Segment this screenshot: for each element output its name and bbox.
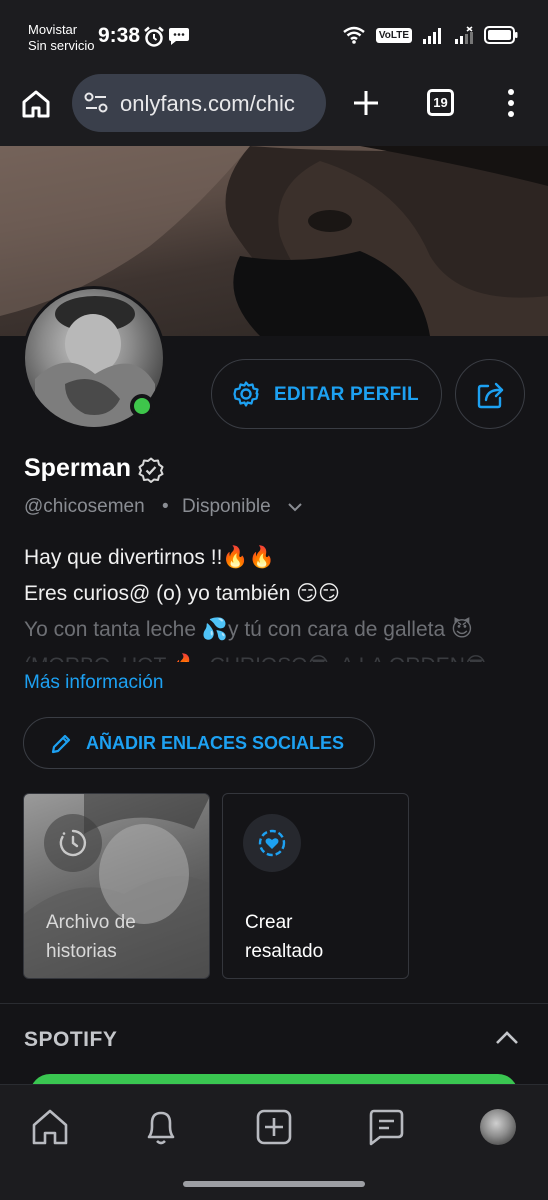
share-icon	[477, 382, 504, 409]
browser-toolbar: onlyfans.com/chic 19	[0, 72, 548, 146]
add-social-links-label: AÑADIR ENLACES SOCIALES	[86, 733, 345, 753]
availability-status[interactable]: Disponible	[182, 496, 271, 518]
tab-switcher-button[interactable]: 19	[427, 89, 454, 116]
archive-label-line: historias	[46, 941, 117, 962]
archive-label-line: Archivo de	[46, 912, 136, 933]
separator-dot: •	[162, 496, 169, 517]
bio-line: (MORBO, HOT 🔥, CURIOSO😎, A LA ORDEN😎	[24, 648, 534, 662]
bio-line: Yo con tanta leche 💦y tú con cara de gal…	[24, 618, 473, 641]
address-bar[interactable]: onlyfans.com/chic	[72, 74, 326, 132]
create-label-line: resaltado	[245, 941, 324, 962]
nav-notifications[interactable]	[141, 1107, 181, 1147]
create-highlight-label: Crear resaltado	[245, 908, 323, 966]
signal-icon	[423, 28, 441, 44]
bio-text: Hay que divertirnos !!🔥🔥 Eres curios@ (o…	[24, 540, 534, 662]
plus-square-icon	[256, 1109, 292, 1145]
archive-icon-circle	[44, 814, 102, 872]
status-bar: Movistar Sin servicio 9:38 VoLTE	[0, 0, 548, 72]
section-divider	[0, 1003, 548, 1004]
heart-circle-icon	[258, 829, 286, 857]
edit-profile-label: EDITAR PERFIL	[274, 384, 419, 405]
online-status-indicator	[130, 394, 154, 418]
bottom-navigation	[0, 1084, 548, 1200]
spotify-section-title: SPOTIFY	[24, 1028, 118, 1051]
volte-badge: VoLTE	[375, 27, 412, 43]
archive-card-label: Archivo de historias	[46, 908, 136, 966]
nav-add-post[interactable]	[254, 1107, 294, 1147]
bio-line: Eres curios@ (o) yo también 😏😏	[24, 582, 341, 605]
system-icons: VoLTE	[342, 25, 518, 45]
site-settings-icon[interactable]	[84, 92, 108, 114]
verified-badge-icon	[138, 457, 164, 483]
more-info-link[interactable]: Más información	[24, 672, 163, 694]
url-text[interactable]: onlyfans.com/chic	[120, 91, 318, 117]
alarm-icon	[144, 26, 164, 47]
create-highlight-card[interactable]: Crear resaltado	[222, 793, 409, 979]
service-status: Sin servicio	[28, 38, 95, 53]
nav-home[interactable]	[30, 1107, 70, 1147]
chat-icon	[369, 1109, 404, 1146]
pencil-icon	[51, 734, 71, 754]
chevron-down-icon[interactable]	[287, 501, 303, 513]
gear-icon	[233, 381, 259, 407]
clock-history-icon	[59, 829, 87, 857]
create-label-line: Crear	[245, 912, 293, 933]
overflow-menu-icon[interactable]	[506, 88, 516, 118]
share-profile-button[interactable]	[455, 359, 525, 429]
story-archive-card[interactable]: Archivo de historias	[23, 793, 210, 979]
clock: 9:38	[98, 24, 141, 47]
edit-profile-button[interactable]: EDITAR PERFIL	[211, 359, 442, 429]
wifi-icon	[343, 26, 365, 44]
chevron-up-icon[interactable]	[495, 1030, 519, 1046]
bio-line: Hay que divertirnos !!🔥🔥	[24, 546, 275, 569]
new-tab-icon[interactable]	[352, 89, 380, 117]
carrier-info: Movistar Sin servicio	[28, 22, 94, 54]
battery-icon	[484, 26, 518, 44]
gesture-handle	[183, 1181, 365, 1187]
add-social-links-button[interactable]: AÑADIR ENLACES SOCIALES	[23, 717, 375, 769]
carrier-name: Movistar	[28, 22, 78, 37]
browser-home-icon[interactable]	[20, 88, 52, 120]
no-signal-icon	[455, 26, 473, 44]
display-name: Sperman	[24, 454, 131, 482]
create-highlight-icon-circle	[243, 814, 301, 872]
username-handle: @chicosemen	[24, 496, 145, 517]
bell-icon	[147, 1111, 175, 1145]
nav-messages[interactable]	[366, 1107, 406, 1147]
message-notification-icon	[169, 28, 189, 45]
home-icon	[32, 1109, 68, 1145]
nav-profile-avatar[interactable]	[480, 1109, 516, 1145]
